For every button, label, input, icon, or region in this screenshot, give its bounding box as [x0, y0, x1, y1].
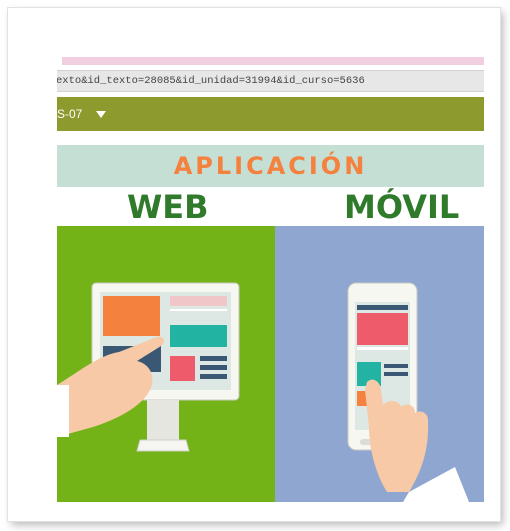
screenshot-content: exto&id_texto=28085&id_unidad=31994&id_c… — [57, 55, 484, 502]
web-vs-mobile-illustration — [57, 282, 469, 502]
image-frame: exto&id_texto=28085&id_unidad=31994&id_c… — [8, 8, 500, 521]
